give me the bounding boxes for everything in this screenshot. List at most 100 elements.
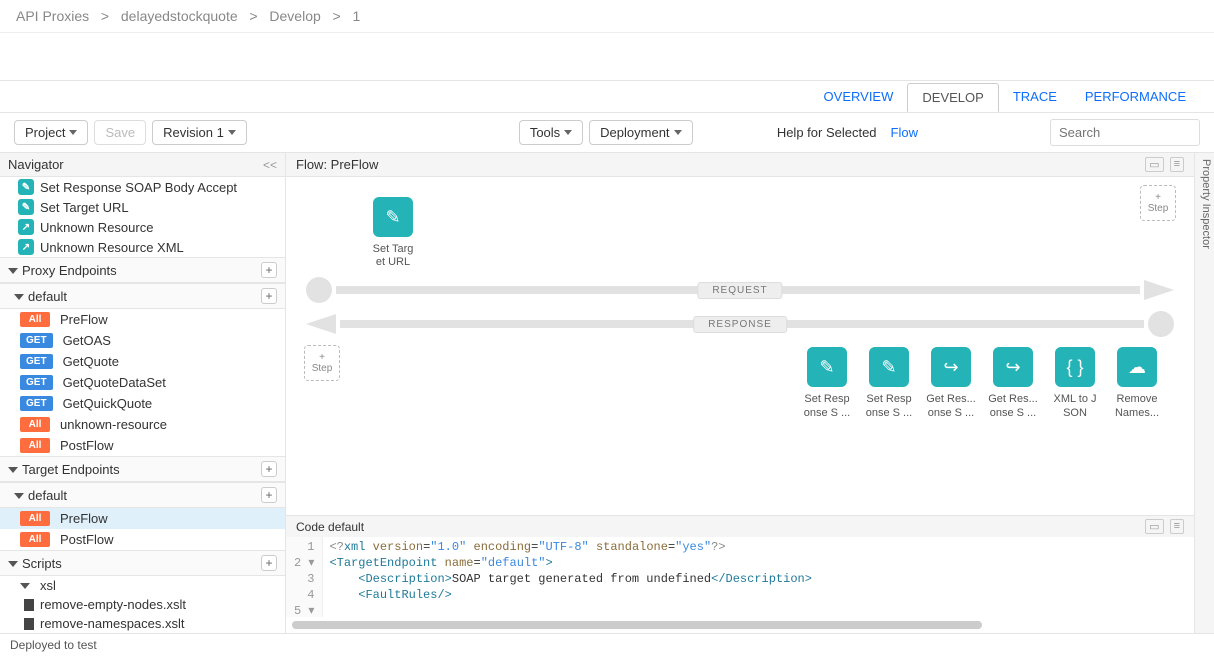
step-label: XML to JSON xyxy=(1054,393,1097,419)
code-line[interactable]: <?xml version="1.0" encoding="UTF-8" sta… xyxy=(329,539,1188,555)
deployment-button[interactable]: Deployment xyxy=(589,120,692,145)
request-label: REQUEST xyxy=(697,282,782,299)
code-max-icon[interactable]: ≡ xyxy=(1170,519,1184,534)
arrow-icon: ↗ xyxy=(18,239,34,255)
policy-item[interactable]: ↗Unknown Resource XML xyxy=(0,237,285,257)
policy-step[interactable]: ✎Set Response S ... xyxy=(862,347,916,419)
policy-label: Set Response SOAP Body Accept xyxy=(40,180,237,195)
script-label: remove-empty-nodes.xslt xyxy=(40,597,186,612)
response-bar: RESPONSE xyxy=(306,311,1174,337)
property-inspector-tab[interactable]: Property Inspector xyxy=(1194,153,1214,633)
script-group-xsl[interactable]: xsl xyxy=(0,576,285,595)
add-target-endpoint-button[interactable]: + xyxy=(261,461,277,477)
pencil-icon: ✎ xyxy=(18,179,34,195)
policy-label: Unknown Resource xyxy=(40,220,153,235)
breadcrumb-item[interactable]: delayedstockquote xyxy=(121,8,238,24)
code-line[interactable] xyxy=(329,603,1188,617)
add-flow-button[interactable]: + xyxy=(261,288,277,304)
revision-button[interactable]: Revision 1 xyxy=(152,120,247,145)
method-badge: GET xyxy=(20,333,53,348)
flow-header: Flow: PreFlow ▭ ≡ xyxy=(286,153,1194,177)
code-editor[interactable]: 12 ▾345 ▾ <?xml version="1.0" encoding="… xyxy=(286,537,1194,617)
proxy-flow-item[interactable]: All PostFlow xyxy=(0,435,285,456)
flow-help-link[interactable]: Flow xyxy=(891,125,918,140)
tools-button[interactable]: Tools xyxy=(519,120,583,145)
code-line[interactable]: <FaultRules/> xyxy=(329,587,1188,603)
method-badge: All xyxy=(20,532,50,547)
caret-down-icon xyxy=(14,294,24,300)
view-max-icon[interactable]: ≡ xyxy=(1170,157,1184,172)
policy-step[interactable]: ✎ Set Target URL xyxy=(366,197,420,269)
policy-item[interactable]: ✎Set Target URL xyxy=(0,197,285,217)
method-badge: GET xyxy=(20,396,53,411)
tab-overview[interactable]: OVERVIEW xyxy=(810,83,908,110)
file-icon xyxy=(24,618,34,630)
add-response-step-button[interactable]: +Step xyxy=(304,345,340,381)
policy-step[interactable]: ↪Get Res...onse S ... xyxy=(924,347,978,419)
scripts-header[interactable]: Scripts + xyxy=(0,550,285,576)
pencil-icon: ✎ xyxy=(373,197,413,237)
status-bar: Deployed to test xyxy=(0,633,1214,656)
proxy-flow-item[interactable]: Allunknown-resource xyxy=(0,414,285,435)
chevron-left-icon[interactable]: << xyxy=(263,158,277,172)
proxy-default-header[interactable]: default + xyxy=(0,283,285,309)
breadcrumb-item: 1 xyxy=(353,8,361,24)
request-bar: REQUEST xyxy=(306,277,1174,303)
pencil-icon: ✎ xyxy=(807,347,847,387)
policy-step[interactable]: ✎ Set Response S ... xyxy=(800,347,854,419)
add-target-flow-button[interactable]: + xyxy=(261,487,277,503)
method-badge: All xyxy=(20,438,50,453)
horizontal-scrollbar[interactable] xyxy=(292,621,982,629)
add-request-step-button[interactable]: +Step xyxy=(1140,185,1176,221)
proxy-endpoints-header[interactable]: Proxy Endpoints + xyxy=(0,257,285,283)
proxy-flow-item[interactable]: GETGetQuote xyxy=(0,351,285,372)
search-input[interactable] xyxy=(1050,119,1200,146)
proxy-flow-item[interactable]: GET GetOAS xyxy=(0,330,285,351)
policy-step[interactable]: { } XML to JSON xyxy=(1048,347,1102,419)
step-label: Set Response S ... xyxy=(804,393,850,419)
braces-icon: { } xyxy=(1055,347,1095,387)
target-default-header[interactable]: default + xyxy=(0,482,285,508)
policy-item[interactable]: ↗Unknown Resource xyxy=(0,217,285,237)
step-label: Set Target URL xyxy=(373,243,414,269)
flow-label: GetOAS xyxy=(63,333,111,348)
code-split-icon[interactable]: ▭ xyxy=(1145,519,1163,534)
flow-canvas[interactable]: +Step ✎ Set Target URL REQUEST RESPONSE +… xyxy=(286,177,1194,515)
share-icon: ↪ xyxy=(993,347,1033,387)
policy-step[interactable]: ☁RemoveNames... xyxy=(1110,347,1164,419)
tab-develop[interactable]: DEVELOP xyxy=(907,83,998,112)
code-panel: Code default ▭ ≡ 12 ▾345 ▾ <?xml version… xyxy=(286,515,1194,633)
code-line[interactable]: <Description>SOAP target generated from … xyxy=(329,571,1188,587)
tab-performance[interactable]: PERFORMANCE xyxy=(1071,83,1200,110)
add-script-button[interactable]: + xyxy=(261,555,277,571)
flow-label: GetQuote xyxy=(63,354,119,369)
target-flow-item[interactable]: AllPostFlow xyxy=(0,529,285,550)
proxy-flow-item[interactable]: GETGetQuickQuote xyxy=(0,393,285,414)
flow-label: PostFlow xyxy=(60,438,113,453)
flow-label: unknown-resource xyxy=(60,417,167,432)
code-line[interactable]: <TargetEndpoint name="default"> xyxy=(329,555,1188,571)
proxy-flow-item[interactable]: GETGetQuoteDataSet xyxy=(0,372,285,393)
target-flow-item[interactable]: AllPreFlow xyxy=(0,508,285,529)
pencil-icon: ✎ xyxy=(869,347,909,387)
project-button[interactable]: Project xyxy=(14,120,88,145)
navigator-header: Navigator << xyxy=(0,153,285,177)
breadcrumb-item[interactable]: Develop xyxy=(269,8,320,24)
response-label: RESPONSE xyxy=(693,316,787,333)
caret-down-icon xyxy=(14,493,24,499)
step-label: RemoveNames... xyxy=(1115,393,1159,419)
add-proxy-endpoint-button[interactable]: + xyxy=(261,262,277,278)
policy-step[interactable]: ↪Get Res...onse S ... xyxy=(986,347,1040,419)
line-number: 1 xyxy=(294,539,314,555)
breadcrumb-item[interactable]: API Proxies xyxy=(16,8,89,24)
tab-trace[interactable]: TRACE xyxy=(999,83,1071,110)
script-file-item[interactable]: remove-empty-nodes.xslt xyxy=(0,595,285,614)
pencil-icon: ✎ xyxy=(18,199,34,215)
step-label: Get Res...onse S ... xyxy=(926,393,976,419)
chevron-down-icon xyxy=(674,130,682,135)
target-endpoints-header[interactable]: Target Endpoints + xyxy=(0,456,285,482)
proxy-flow-item[interactable]: AllPreFlow xyxy=(0,309,285,330)
view-split-icon[interactable]: ▭ xyxy=(1145,157,1163,172)
script-file-item[interactable]: remove-namespaces.xslt xyxy=(0,614,285,633)
policy-item[interactable]: ✎ Set Response SOAP Body Accept xyxy=(0,177,285,197)
